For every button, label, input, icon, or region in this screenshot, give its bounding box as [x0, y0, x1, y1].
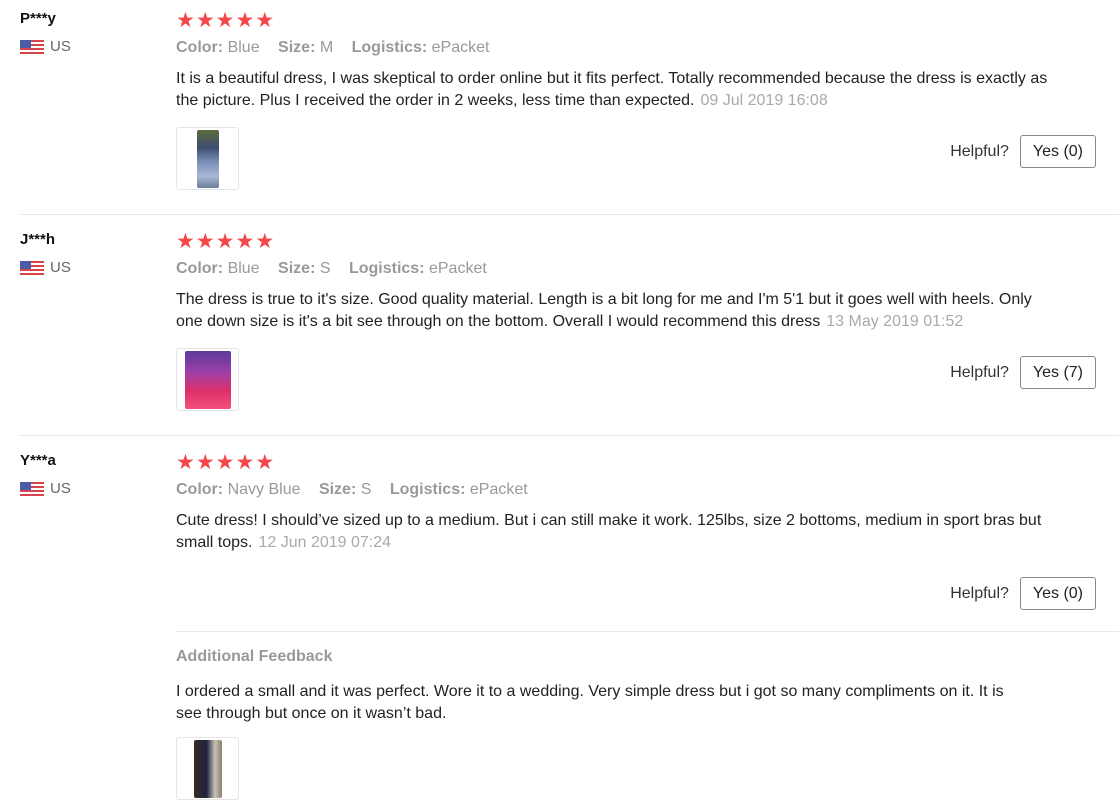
helpful-label: Helpful?	[950, 142, 1009, 160]
review-photo	[193, 739, 222, 798]
reviewer-name: J***h	[20, 231, 56, 248]
star-icon: ★	[255, 451, 275, 474]
us-flag-icon	[20, 39, 44, 54]
star-icon: ★	[255, 9, 275, 32]
star-icon: ★	[255, 230, 275, 253]
rating-stars: ★ ★ ★ ★ ★	[176, 231, 1076, 253]
helpful-label: Helpful?	[950, 584, 1009, 602]
attr-color: Navy Blue	[227, 481, 301, 498]
star-icon: ★	[215, 230, 235, 253]
additional-feedback: Additional Feedback I ordered a small an…	[176, 631, 1119, 800]
order-attributes: Color: Blue Size: M Logistics: ePacket	[176, 39, 490, 56]
review-photo-thumbnail[interactable]	[176, 737, 239, 800]
star-icon: ★	[195, 451, 215, 474]
helpful-yes-button[interactable]: Yes (7)	[1019, 356, 1096, 389]
review-photo-thumbnail[interactable]	[176, 127, 239, 190]
review-text: Cute dress! I should’ve sized up to a me…	[176, 512, 1042, 551]
rating-stars: ★ ★ ★ ★ ★	[176, 10, 1076, 32]
review-item: Y***a US ★ ★ ★ ★ ★ Color: Navy Blue Size: S …	[0, 452, 1119, 807]
attr-color: Blue	[227, 260, 260, 277]
helpful-yes-button[interactable]: Yes (0)	[1019, 135, 1096, 168]
order-attributes: Color: Blue Size: S Logistics: ePacket	[176, 260, 487, 277]
attr-size: S	[319, 260, 331, 277]
review-divider	[20, 214, 1119, 215]
reviewer-country: US	[50, 38, 71, 55]
attr-color: Blue	[227, 39, 260, 56]
reviewer-country: US	[50, 480, 71, 497]
star-icon: ★	[195, 9, 215, 32]
review-item: J***h US ★ ★ ★ ★ ★ Color: Blue Size: S Logis…	[0, 231, 1119, 436]
attr-logistics: ePacket	[431, 39, 490, 56]
star-icon: ★	[176, 451, 195, 474]
us-flag-icon	[20, 481, 44, 496]
review-date: 09 Jul 2019 16:08	[700, 92, 828, 109]
review-date: 12 Jun 2019 07:24	[258, 534, 392, 551]
reviewer-name: P***y	[20, 10, 56, 27]
us-flag-icon	[20, 260, 44, 275]
review-text: It is a beautiful dress, I was skeptical…	[176, 70, 1048, 109]
review-photo-thumbnail[interactable]	[176, 348, 239, 411]
attr-logistics: ePacket	[428, 260, 487, 277]
order-attributes: Color: Navy Blue Size: S Logistics: ePac…	[176, 481, 528, 498]
star-icon: ★	[235, 9, 255, 32]
review-date: 13 May 2019 01:52	[826, 313, 964, 330]
additional-feedback-title: Additional Feedback	[176, 648, 333, 665]
reviewer-info: P***y US	[20, 10, 160, 55]
star-icon: ★	[215, 451, 235, 474]
star-icon: ★	[176, 230, 195, 253]
star-icon: ★	[235, 451, 255, 474]
review-text: The dress is true to it's size. Good qua…	[176, 291, 1032, 330]
star-icon: ★	[195, 230, 215, 253]
helpful-label: Helpful?	[950, 363, 1009, 381]
review-item: P***y US ★ ★ ★ ★ ★ Color: Blue Size: M Logis…	[0, 10, 1119, 215]
helpful-section: Helpful? Yes (0)	[950, 577, 1096, 610]
review-photo	[184, 350, 231, 409]
reviewer-info: J***h US	[20, 231, 160, 276]
attr-size: S	[360, 481, 372, 498]
additional-feedback-text: I ordered a small and it was perfect. Wo…	[176, 683, 1004, 722]
review-photo	[196, 129, 219, 188]
attr-size: M	[319, 39, 334, 56]
helpful-section: Helpful? Yes (0)	[950, 135, 1096, 168]
review-divider	[20, 435, 1119, 436]
helpful-yes-button[interactable]: Yes (0)	[1019, 577, 1096, 610]
attr-logistics: ePacket	[469, 481, 528, 498]
star-icon: ★	[215, 9, 235, 32]
helpful-section: Helpful? Yes (7)	[950, 356, 1096, 389]
rating-stars: ★ ★ ★ ★ ★	[176, 452, 1076, 474]
star-icon: ★	[235, 230, 255, 253]
reviewer-name: Y***a	[20, 452, 56, 469]
reviewer-info: Y***a US	[20, 452, 160, 497]
star-icon: ★	[176, 9, 195, 32]
reviewer-country: US	[50, 259, 71, 276]
